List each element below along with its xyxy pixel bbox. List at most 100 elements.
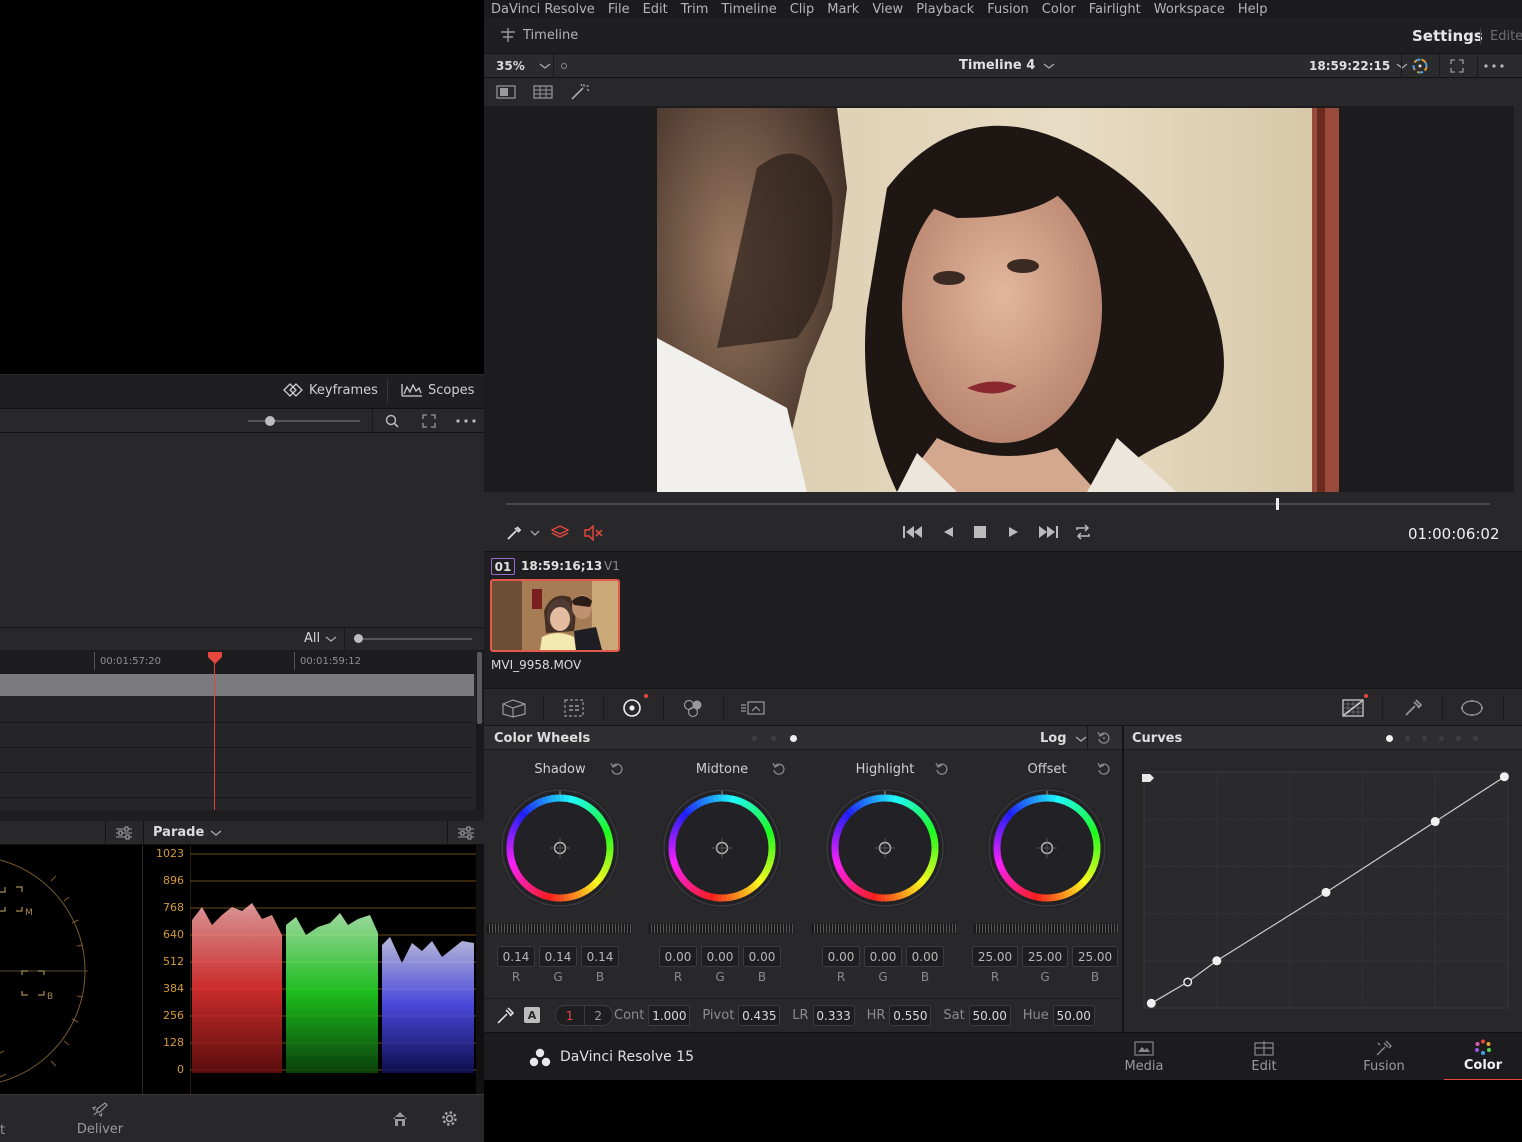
page-dot-active[interactable] (1386, 735, 1393, 742)
menu-playback[interactable]: Playback (916, 2, 974, 17)
channel-value-r[interactable]: 0.00 (822, 946, 860, 967)
layers-icon[interactable] (551, 524, 569, 540)
master-jog-wheel[interactable] (486, 923, 632, 934)
scrollbar-thumb[interactable] (477, 652, 482, 724)
expand-icon[interactable] (422, 414, 436, 428)
menu-file[interactable]: File (608, 2, 630, 17)
menu-help[interactable]: Help (1238, 2, 1268, 17)
magic-wand-icon[interactable] (570, 83, 590, 101)
scrubber-playhead[interactable] (1276, 498, 1280, 510)
qualifier-icon[interactable] (1403, 698, 1423, 718)
more-options-icon[interactable] (1484, 64, 1504, 68)
channel-value-r[interactable]: 25.00 (972, 946, 1018, 967)
channel-value-g[interactable]: 0.14 (539, 946, 577, 967)
reset-icon[interactable] (610, 762, 624, 776)
viewer[interactable] (484, 106, 1514, 492)
auto-button[interactable]: A (524, 1007, 540, 1023)
play-reverse-icon[interactable] (942, 526, 954, 538)
page-dot[interactable] (752, 736, 757, 741)
channel-value-g[interactable]: 0.00 (864, 946, 902, 967)
menu-mark[interactable]: Mark (827, 2, 859, 17)
curve-control-point[interactable] (1183, 977, 1193, 987)
channel-value-r[interactable]: 0.00 (659, 946, 697, 967)
timeline-ruler[interactable]: 00:01:57:20 00:01:59:12 (0, 650, 476, 674)
curve-control-point[interactable] (1212, 956, 1222, 966)
menu-trim[interactable]: Trim (681, 2, 709, 17)
param-value-cont[interactable]: 1.000 (648, 1005, 691, 1026)
home-icon[interactable] (392, 1111, 408, 1127)
zoom-dropdown[interactable]: 35% (496, 59, 551, 73)
color-wheel-icon[interactable] (1411, 57, 1429, 75)
curve-control-point[interactable] (1321, 887, 1331, 897)
wheel-page-1[interactable]: 1 (556, 1006, 585, 1025)
channel-value-g[interactable]: 25.00 (1022, 946, 1068, 967)
stop-icon[interactable] (974, 526, 986, 538)
color-wheel[interactable] (983, 784, 1111, 912)
search-icon[interactable] (385, 414, 399, 428)
color-wheel[interactable] (496, 784, 624, 912)
color-wheels-icon[interactable] (622, 698, 642, 718)
timeline-clip-bar[interactable] (0, 674, 474, 696)
clip-thumbnail[interactable] (490, 579, 620, 652)
color-wheel[interactable] (821, 784, 949, 912)
motion-effects-icon[interactable] (740, 698, 766, 718)
menu-timeline[interactable]: Timeline (721, 2, 776, 17)
page-dot[interactable] (1405, 736, 1410, 741)
auto-balance-icon[interactable] (496, 1007, 514, 1025)
settings-title[interactable]: Settings (1412, 27, 1483, 45)
menu-fusion[interactable]: Fusion (987, 2, 1029, 17)
curves-icon[interactable] (1341, 698, 1365, 718)
reset-icon[interactable] (1097, 731, 1111, 745)
channel-value-b[interactable]: 0.00 (743, 946, 781, 967)
reset-icon[interactable] (1097, 762, 1111, 776)
go-to-end-icon[interactable] (1037, 525, 1059, 539)
timeline-toggle[interactable]: Timeline (499, 27, 578, 43)
master-jog-wheel[interactable] (648, 923, 794, 934)
scrubber-track[interactable] (506, 503, 1490, 505)
page-dots[interactable] (752, 735, 797, 742)
color-match-icon[interactable] (563, 698, 585, 718)
param-value-hr[interactable]: 0.550 (889, 1005, 932, 1026)
channel-value-g[interactable]: 0.00 (701, 946, 739, 967)
more-options-icon[interactable] (456, 419, 476, 423)
channel-value-b[interactable]: 0.14 (581, 946, 619, 967)
track-filter-dropdown[interactable]: All (304, 631, 337, 646)
scope-settings-icon[interactable] (457, 825, 475, 841)
menu-edit[interactable]: Edit (643, 2, 668, 17)
page-dot[interactable] (1473, 736, 1478, 741)
wheel-mode-dropdown[interactable]: Log (1040, 731, 1087, 746)
single-viewer-icon[interactable] (496, 85, 516, 99)
gear-icon[interactable] (441, 1110, 458, 1127)
color-wheel[interactable] (658, 784, 786, 912)
timeline-zoom-handle[interactable] (354, 634, 363, 643)
page-color[interactable]: Color (1444, 1033, 1522, 1081)
menu-fairlight[interactable]: Fairlight (1089, 2, 1141, 17)
page-fusion[interactable]: Fusion (1324, 1033, 1444, 1081)
timeline-dropdown[interactable]: Timeline 4 (959, 58, 1055, 73)
reset-icon[interactable] (772, 762, 786, 776)
param-value-sat[interactable]: 50.00 (968, 1005, 1011, 1026)
master-jog-wheel[interactable] (973, 923, 1119, 934)
param-value-pivot[interactable]: 0.435 (738, 1005, 781, 1026)
curve-control-point[interactable] (1146, 998, 1156, 1008)
channel-value-r[interactable]: 0.14 (497, 946, 535, 967)
keyframes-tab[interactable]: Keyframes (282, 382, 378, 398)
menu-view[interactable]: View (872, 2, 903, 17)
mute-icon[interactable] (584, 525, 604, 541)
edit-label[interactable]: Edite (1490, 29, 1522, 44)
go-to-start-icon[interactable] (902, 525, 924, 539)
menu-clip[interactable]: Clip (790, 2, 815, 17)
viewer-scrubber[interactable] (484, 492, 1522, 514)
menu-color[interactable]: Color (1042, 2, 1076, 17)
zoom-slider-handle[interactable] (265, 416, 275, 426)
eyedropper-icon[interactable] (506, 525, 524, 541)
page-edit[interactable]: Edit (1204, 1033, 1324, 1081)
page-deliver[interactable]: Deliver (70, 1101, 130, 1141)
page-media[interactable]: Media (1084, 1033, 1204, 1081)
page-dot[interactable] (771, 736, 776, 741)
timeline-scrollbar[interactable] (476, 650, 484, 810)
param-value-hue[interactable]: 50.00 (1052, 1005, 1095, 1026)
chevron-down-icon[interactable] (530, 530, 540, 537)
wheel-page-2[interactable]: 2 (585, 1006, 613, 1025)
scope-mode-dropdown[interactable]: Parade (153, 825, 222, 840)
